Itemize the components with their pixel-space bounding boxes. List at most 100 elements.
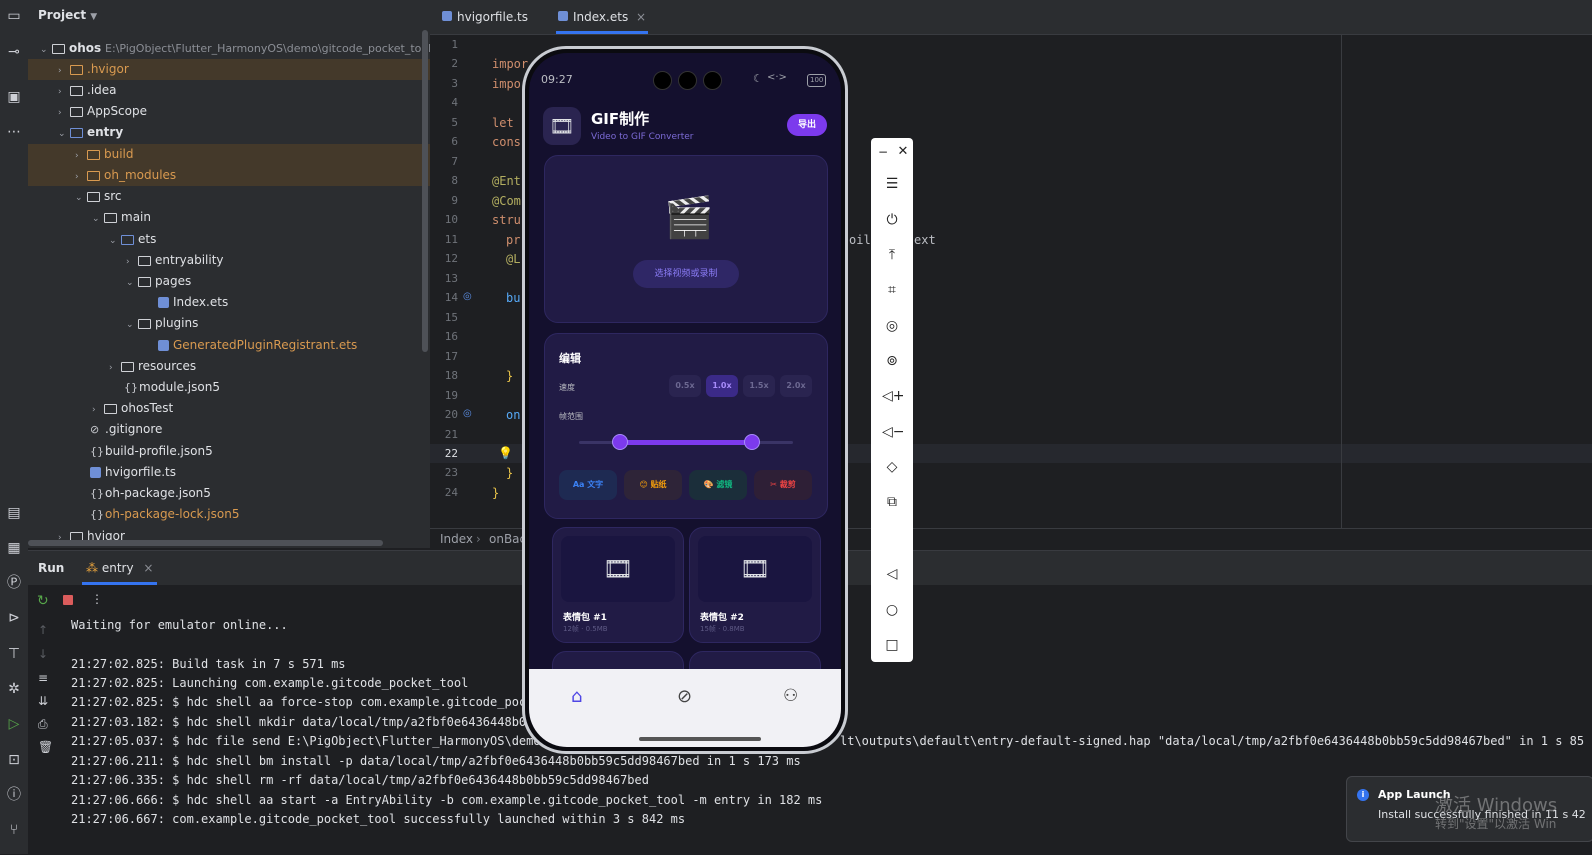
- tree-item[interactable]: › AppScope: [28, 101, 430, 122]
- code-text[interactable]: on: [506, 408, 520, 422]
- trash-icon[interactable]: 🗑: [38, 740, 53, 754]
- menu-icon[interactable]: ☰: [882, 174, 902, 194]
- code-text[interactable]: ext: [914, 233, 936, 247]
- code-text[interactable]: bu: [506, 291, 520, 305]
- soft-wrap-icon[interactable]: ≡: [38, 671, 48, 685]
- rerun-icon[interactable]: ↻: [37, 593, 49, 609]
- export-button[interactable]: 导出: [787, 114, 827, 136]
- services-icon[interactable]: ⊳: [4, 608, 24, 628]
- more-vertical-icon[interactable]: ⋮: [91, 592, 103, 606]
- code-text[interactable]: @Com: [492, 194, 521, 208]
- range-start-handle[interactable]: [611, 434, 628, 450]
- tree-item[interactable]: › oh_modules: [28, 165, 430, 186]
- tree-item[interactable]: › .hvigor: [28, 59, 430, 80]
- tree-item[interactable]: › ohosTest: [28, 398, 430, 419]
- screenshot-icon[interactable]: ⊚: [882, 351, 902, 371]
- debug-bug-icon[interactable]: ✲: [4, 679, 24, 699]
- home-indicator[interactable]: [639, 737, 761, 741]
- pin-top-icon[interactable]: ⤒: [882, 245, 902, 265]
- todo-icon[interactable]: ▤: [4, 503, 24, 523]
- run-panel-title[interactable]: Run: [38, 561, 64, 575]
- code-text[interactable]: oil: [849, 233, 871, 247]
- code-text[interactable]: }: [506, 369, 513, 383]
- recents-icon[interactable]: □: [882, 635, 902, 655]
- commit-icon[interactable]: ⊸: [4, 42, 24, 62]
- sticker-tool-button[interactable]: 😊 贴纸: [624, 470, 682, 500]
- minimize-icon[interactable]: −: [873, 142, 893, 162]
- tree-item[interactable]: ⌄ entry: [28, 122, 430, 143]
- rotate-icon[interactable]: ◎: [882, 316, 902, 336]
- build-hammer-icon[interactable]: ⊤: [4, 644, 24, 664]
- tree-item[interactable]: › build: [28, 144, 430, 165]
- scroll-up-icon[interactable]: ↑: [38, 623, 48, 637]
- code-text[interactable]: let: [492, 116, 514, 130]
- home-circle-icon[interactable]: ○: [882, 600, 902, 620]
- tree-item[interactable]: ⌄ src: [28, 186, 430, 207]
- tree-item[interactable]: {}oh-package.json5: [28, 483, 430, 504]
- tree-item[interactable]: GeneratedPluginRegistrant.ets: [28, 335, 430, 356]
- code-text[interactable]: }: [506, 466, 513, 480]
- speed-chip-1-5x[interactable]: 1.5x: [743, 375, 775, 397]
- code-text[interactable]: @Ent: [492, 174, 521, 188]
- tree-item[interactable]: hvigorfile.ts: [28, 462, 430, 483]
- tree-item[interactable]: ⌄ plugins: [28, 313, 430, 334]
- tree-root[interactable]: ⌄ ohos E:\PigObject\Flutter_HarmonyOS\dem…: [28, 38, 430, 59]
- stop-icon[interactable]: [63, 595, 73, 605]
- code-text[interactable]: @L: [506, 252, 520, 266]
- filter-tool-button[interactable]: 🎨 滤镜: [689, 470, 747, 500]
- tree-item[interactable]: Index.ets: [28, 292, 430, 313]
- project-folder-icon[interactable]: ▭: [4, 6, 24, 26]
- speed-chip-1-0x[interactable]: 1.0x: [706, 375, 738, 397]
- close-icon[interactable]: ×: [143, 561, 153, 575]
- tree-item[interactable]: {}module.json5: [28, 377, 430, 398]
- print-icon[interactable]: ⎙: [38, 717, 48, 732]
- tree-item[interactable]: › entryability: [28, 250, 430, 271]
- profiler-icon[interactable]: Ⓟ: [4, 573, 24, 593]
- breadcrumb-item[interactable]: Index: [440, 532, 473, 546]
- run-config-tab[interactable]: ⁂ entry ×: [82, 551, 158, 585]
- tree-item[interactable]: › resources: [28, 356, 430, 377]
- horizontal-scrollbar[interactable]: [28, 540, 383, 546]
- profile-icon[interactable]: ⚇: [783, 686, 798, 706]
- scroll-to-end-icon[interactable]: ⇊: [38, 694, 48, 708]
- code-text[interactable]: }: [492, 486, 499, 500]
- run-icon[interactable]: ▷: [4, 714, 24, 734]
- speed-chip-2-0x[interactable]: 2.0x: [780, 375, 812, 397]
- tree-item[interactable]: {}build-profile.json5: [28, 441, 430, 462]
- close-icon[interactable]: ✕: [893, 142, 913, 162]
- structure-icon[interactable]: ▣: [4, 87, 24, 107]
- gutter-override-icon[interactable]: ◎: [463, 408, 472, 419]
- tree-item[interactable]: ⌄ pages: [28, 271, 430, 292]
- layout-icon[interactable]: ▦: [4, 538, 24, 558]
- gif-card[interactable]: 🎞 表情包 #2 15帧 · 0.8MB: [689, 527, 821, 643]
- app-launch-notification[interactable]: i App Launch Install successfully finish…: [1346, 776, 1592, 842]
- speed-chip-0-5x[interactable]: 0.5x: [669, 375, 701, 397]
- volume-down-icon[interactable]: ◁−: [882, 422, 905, 442]
- breadcrumb-item[interactable]: onBac: [489, 532, 526, 546]
- compass-icon[interactable]: ⊘: [677, 686, 692, 707]
- code-text[interactable]: pr: [506, 233, 520, 247]
- home-icon[interactable]: ⌂: [571, 686, 582, 707]
- close-icon[interactable]: ×: [636, 10, 646, 24]
- code-text[interactable]: stru: [492, 213, 521, 227]
- tree-item[interactable]: ⌄ ets: [28, 229, 430, 250]
- crop-icon[interactable]: ⌗: [882, 280, 902, 300]
- range-slider-track[interactable]: [579, 434, 793, 450]
- gif-card[interactable]: 🎞 表情包 #1 12帧 · 0.5MB: [552, 527, 684, 643]
- code-text[interactable]: cons: [492, 135, 521, 149]
- terminal-icon[interactable]: ⊡: [4, 750, 24, 770]
- multi-window-icon[interactable]: ⧉: [882, 492, 902, 512]
- tree-item[interactable]: › .idea: [28, 80, 430, 101]
- power-icon[interactable]: ⏻: [882, 210, 902, 230]
- problems-icon[interactable]: ⓘ: [4, 785, 24, 805]
- bulb-icon[interactable]: 💡: [498, 446, 513, 460]
- crop-tool-button[interactable]: ✂ 裁剪: [754, 470, 812, 500]
- code-text[interactable]: impo: [492, 77, 521, 91]
- upload-card[interactable]: 🎬 选择视频或录制: [544, 155, 828, 323]
- tree-item[interactable]: ⊘ .gitignore: [28, 419, 430, 440]
- range-end-handle[interactable]: [744, 434, 761, 450]
- text-tool-button[interactable]: Aa 文字: [559, 470, 617, 500]
- tree-item[interactable]: ⌄ main: [28, 207, 430, 228]
- vertical-scrollbar[interactable]: [422, 30, 428, 352]
- project-panel-title[interactable]: Project ▼: [38, 8, 97, 22]
